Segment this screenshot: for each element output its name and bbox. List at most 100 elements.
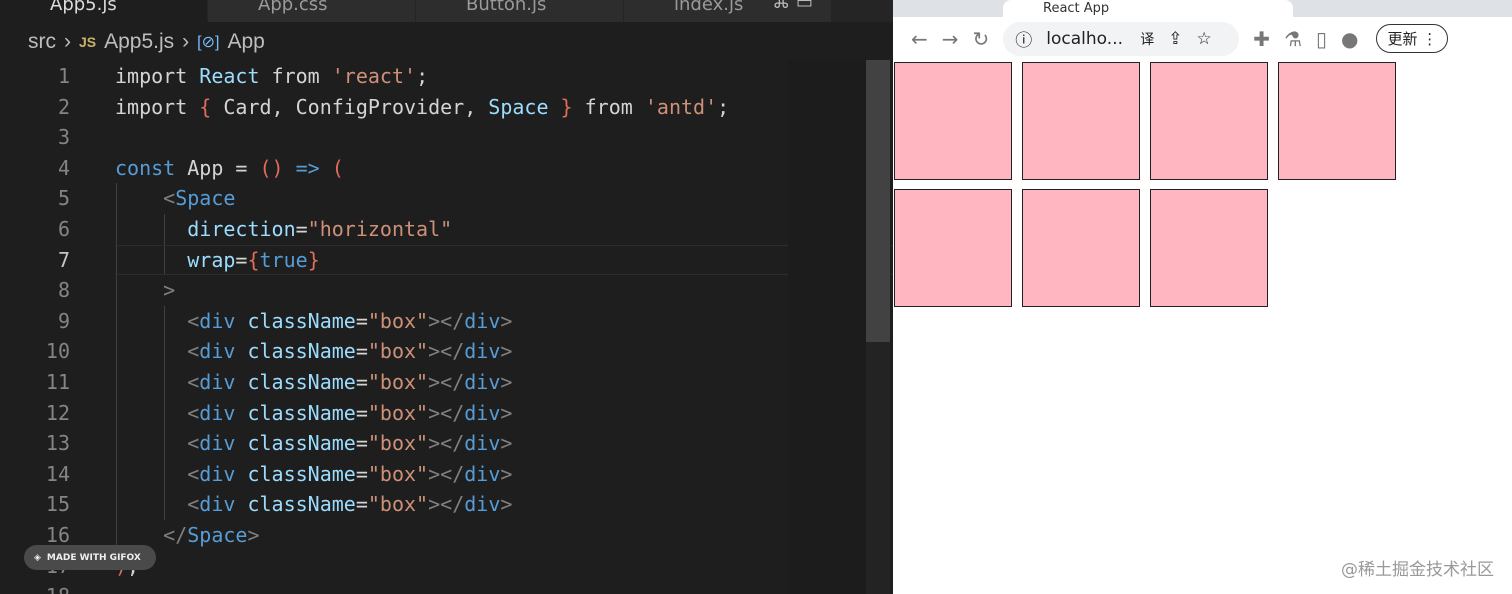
code-line[interactable]: 18 <box>0 581 729 594</box>
code-line[interactable]: 14 <div className="box"></div> <box>0 459 729 490</box>
code-lines[interactable]: 1 import React from 'react'; 2 import { Car… <box>0 61 893 594</box>
profile-icon[interactable]: ● <box>1341 27 1358 51</box>
code-token: div <box>464 461 501 486</box>
info-icon[interactable]: ⓘ <box>1015 26 1032 51</box>
code-token: < <box>187 369 200 394</box>
breadcrumb: src › JS App5.js › [⊘] App <box>28 30 265 54</box>
side-panel-icon[interactable]: ▯ <box>1316 27 1327 51</box>
code-line[interactable]: 12 <div className="box"></div> <box>0 398 729 429</box>
code-line[interactable]: 1 import React from 'react'; <box>0 61 729 92</box>
share-icon[interactable]: ⇪ <box>1168 29 1182 49</box>
breadcrumb-symbol[interactable]: App <box>227 30 264 54</box>
editor-actions[interactable]: ⌘ ▭ <box>772 0 813 13</box>
star-icon[interactable]: ☆ <box>1197 29 1212 49</box>
code-token: = <box>355 431 368 456</box>
back-icon[interactable]: ← <box>911 27 928 51</box>
code-token: div <box>199 339 248 364</box>
code-token: ></ <box>428 369 465 394</box>
code-token: Card, ConfigProvider, <box>223 94 489 119</box>
code-token: div <box>199 431 248 456</box>
labs-icon[interactable]: ⚗ <box>1284 27 1302 51</box>
code-line[interactable]: 6 direction="horizontal" <box>0 214 729 245</box>
code-token: direction <box>187 216 296 241</box>
code-token: true <box>259 247 308 272</box>
editor-scrollbar[interactable] <box>866 60 890 594</box>
code-line[interactable]: 10 <div className="box"></div> <box>0 336 729 367</box>
extensions-icon[interactable]: ✚ <box>1253 27 1270 51</box>
code-editor[interactable]: App5.js App.css Button.js index.js ⌘ ▭ s… <box>0 0 893 594</box>
chevron-right-icon: › <box>64 30 71 53</box>
breadcrumb-folder[interactable]: src <box>28 30 56 54</box>
code-line[interactable]: 15 <div className="box"></div> <box>0 489 729 520</box>
code-line[interactable]: 8 > <box>0 275 729 306</box>
code-line[interactable]: 13 <div className="box"></div> <box>0 428 729 459</box>
code-token: > <box>500 461 513 486</box>
update-button[interactable]: 更新 ⋮ <box>1376 24 1449 53</box>
code-token: } <box>548 94 585 119</box>
code-token: ></ <box>428 339 465 364</box>
fox-icon: ◈ <box>34 552 41 563</box>
code-token: > <box>500 400 513 425</box>
code-token: = <box>355 461 368 486</box>
tab-app5[interactable]: App5.js <box>0 0 208 22</box>
code-line[interactable]: 11 <div className="box"></div> <box>0 367 729 398</box>
line-number: 6 <box>57 216 70 241</box>
code-token: > <box>500 339 513 364</box>
code-line[interactable]: 2 import { Card, ConfigProvider, Space } … <box>0 92 729 123</box>
code-token: { <box>247 247 260 272</box>
code-token: className <box>247 339 356 364</box>
code-token: className <box>247 369 356 394</box>
tab-app-css[interactable]: App.css <box>208 0 416 22</box>
minimap[interactable] <box>788 60 866 594</box>
line-number: 9 <box>57 308 70 333</box>
code-token: ></ <box>428 431 465 456</box>
code-token: > <box>500 308 513 333</box>
code-token: div <box>199 369 248 394</box>
forward-icon[interactable]: → <box>942 27 959 51</box>
code-token: React <box>199 64 260 88</box>
browser-tab[interactable]: React App <box>1003 0 1293 17</box>
code-token: className <box>247 431 356 456</box>
code-token: = <box>355 492 368 517</box>
translate-icon[interactable]: 译 <box>1140 29 1154 49</box>
code-token: "horizontal" <box>307 216 453 241</box>
pink-box <box>1278 62 1396 180</box>
address-bar[interactable]: ⓘ localho... 译 ⇪ ☆ <box>1003 21 1240 56</box>
code-token: > <box>500 369 513 394</box>
code-token: div <box>464 308 501 333</box>
code-token: div <box>464 369 501 394</box>
line-number: 2 <box>57 94 70 119</box>
code-line[interactable]: 9 <div className="box"></div> <box>0 306 729 337</box>
tab-button[interactable]: Button.js <box>416 0 624 22</box>
scrollbar-thumb[interactable] <box>866 60 890 342</box>
code-token: ></ <box>428 308 465 333</box>
code-token: = <box>235 247 248 272</box>
code-token: className <box>247 461 356 486</box>
code-token: div <box>464 400 501 425</box>
code-line[interactable]: 3 <box>0 122 729 153</box>
url-text[interactable]: localho... <box>1046 29 1126 49</box>
code-token: < <box>187 461 200 486</box>
code-token: "box" <box>367 369 429 394</box>
code-line[interactable]: 7 wrap={true} <box>0 244 893 276</box>
code-token: div <box>464 339 501 364</box>
code-token: div <box>464 492 501 517</box>
reload-icon[interactable]: ↻ <box>973 27 990 51</box>
code-token: from <box>259 64 332 88</box>
update-label: 更新 <box>1387 30 1418 48</box>
code-token: import <box>115 64 200 88</box>
code-token: className <box>247 308 356 333</box>
breadcrumb-file[interactable]: App5.js <box>104 30 174 54</box>
code-token: ></ <box>428 400 465 425</box>
line-number: 8 <box>57 278 70 303</box>
chevron-right-icon: › <box>182 30 190 53</box>
code-token: { <box>199 94 224 119</box>
code-line[interactable]: 5 <Space <box>0 183 729 214</box>
code-line[interactable]: 4 const App = () => ( <box>0 153 729 184</box>
code-token: className <box>247 492 356 517</box>
